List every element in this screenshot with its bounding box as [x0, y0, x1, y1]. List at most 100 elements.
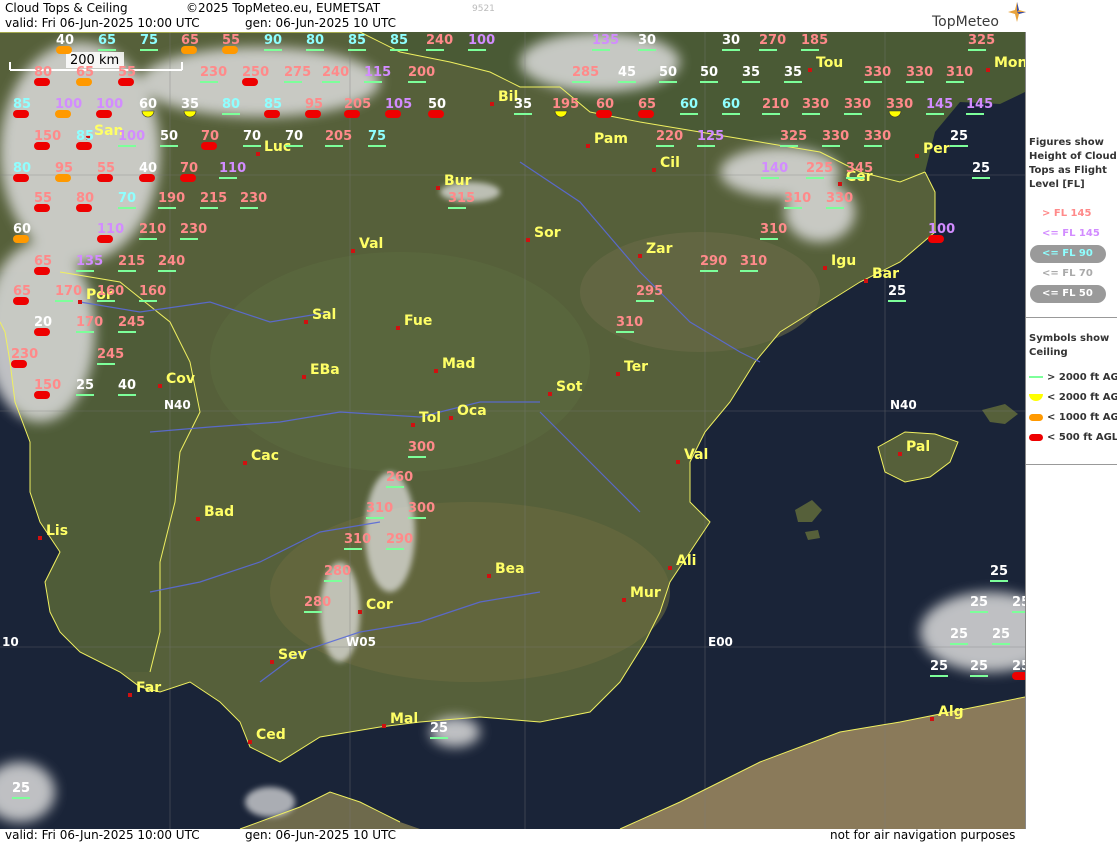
cloud-top-value: 50 [428, 97, 446, 112]
ceiling-line-icon [139, 300, 157, 302]
ceiling-line-icon [844, 113, 862, 115]
cloud-top-value: 95 [55, 161, 73, 176]
cloud-top-label: 60 [13, 222, 31, 243]
ceiling-line-icon [76, 331, 94, 333]
cloud-top-value: 145 [966, 97, 993, 112]
cloud-top-value: 90 [264, 33, 282, 48]
city-label: Cil [660, 155, 680, 171]
ceiling-line-icon [118, 207, 136, 209]
city-label: Cac [251, 448, 279, 464]
cloud-top-value: 290 [700, 254, 727, 269]
cloud-top-label: 50 [428, 97, 446, 118]
satellite-map[interactable]: 200 km N40 N40 W05 E00 10 Tou Mon Bil Pam Lu… [0, 32, 1025, 829]
cloud-top-value: 50 [160, 129, 178, 144]
cloud-top-value: 245 [97, 347, 124, 362]
valid-time: valid: Fri 06-Jun-2025 10:00 UTC [5, 16, 200, 30]
cloud-top-value: 35 [742, 65, 760, 80]
city-marker [838, 182, 842, 186]
cloud-top-value: 100 [118, 129, 145, 144]
city-marker [128, 693, 132, 697]
legend-figure-row: <= FL 90 [1030, 245, 1106, 263]
city-label: Tol [419, 410, 441, 426]
legend-line-icon [1029, 376, 1043, 378]
map-title: Cloud Tops & Ceiling [5, 1, 128, 15]
cloud-top-value: 60 [680, 97, 698, 112]
city-marker [823, 266, 827, 270]
ceiling-line-icon [700, 270, 718, 272]
city-marker [986, 68, 990, 72]
cloud-top-label: 55 [222, 33, 240, 54]
footer-valid-time: valid: Fri 06-Jun-2025 10:00 UTC [5, 828, 200, 842]
city-marker [382, 724, 386, 728]
city-label: Pam [594, 131, 628, 147]
grid-label-10: 10 [2, 635, 19, 649]
cloud-top-value: 135 [76, 254, 103, 269]
cloud-top-value: 70 [243, 129, 261, 144]
ceiling-line-icon [324, 580, 342, 582]
cloud-top-label: 55 [118, 65, 136, 86]
ceiling-line-icon [806, 177, 824, 179]
ceiling-line-icon [780, 145, 798, 147]
city-marker [158, 384, 162, 388]
ceiling-line-icon [430, 737, 448, 739]
cloud-top-value: 240 [322, 65, 349, 80]
city-marker [78, 300, 82, 304]
header-bar: Cloud Tops & Ceiling ©2025 TopMeteo.eu, … [0, 0, 1117, 32]
cloud-top-value: 85 [13, 97, 31, 112]
legend-symbol-label: < 2000 ft AGL [1047, 392, 1117, 403]
cloud-top-value: 45 [618, 65, 636, 80]
city-label: Bea [495, 561, 525, 577]
cloud-top-value: 310 [616, 315, 643, 330]
cloud-top-value: 85 [264, 97, 282, 112]
cloud-top-value: 215 [118, 254, 145, 269]
cloud-top-value: 75 [368, 129, 386, 144]
ceiling-line-icon [759, 49, 777, 51]
legend-symbol-label: < 1000 ft AGL [1047, 412, 1117, 423]
cloud-top-label: 65 [638, 97, 656, 118]
ceiling-line-icon [348, 49, 366, 51]
ceiling-line-icon [656, 145, 674, 147]
ceiling-line-icon [97, 363, 115, 365]
city-label: Cov [166, 371, 195, 387]
cloud-top-value: 310 [946, 65, 973, 80]
city-marker [930, 717, 934, 721]
cloud-top-value: 65 [13, 284, 31, 299]
ceiling-line-icon [364, 81, 382, 83]
cloud-top-value: 70 [285, 129, 303, 144]
cloud-top-label: 80 [13, 161, 31, 182]
cloud-top-value: 310 [366, 501, 393, 516]
cloud-top-label: 25 [1012, 659, 1025, 680]
legend-separator-bottom [1026, 464, 1117, 465]
cloud-top-value: 195 [552, 97, 579, 112]
city-marker [808, 68, 812, 72]
cloud-top-value: 200 [408, 65, 435, 80]
cloud-top-value: 280 [324, 564, 351, 579]
ceiling-line-icon [572, 81, 590, 83]
ceiling-line-icon [968, 49, 986, 51]
city-label: Sev [278, 647, 307, 663]
footer-disclaimer: not for air navigation purposes [830, 828, 1016, 842]
cloud-top-value: 330 [906, 65, 933, 80]
ceiling-line-icon [697, 145, 715, 147]
compass-star-icon [1008, 2, 1026, 22]
city-label: Sor [534, 225, 561, 241]
ceiling-line-icon [368, 145, 386, 147]
cloud-top-value: 25 [76, 378, 94, 393]
grid-label-n40-east: N40 [890, 398, 917, 412]
ceiling-line-icon [180, 238, 198, 240]
city-label: Ali [676, 553, 696, 569]
city-marker [652, 168, 656, 172]
cloud-top-value: 275 [284, 65, 311, 80]
ceiling-line-icon [76, 394, 94, 396]
cloud-top-value: 25 [990, 564, 1008, 579]
cloud-top-value: 65 [98, 33, 116, 48]
terrain-ebro [580, 232, 820, 352]
ceiling-line-icon [118, 270, 136, 272]
cloud-top-value: 300 [408, 440, 435, 455]
legend-figure-label: > FL 145 [1042, 208, 1092, 219]
ceiling-line-icon [990, 580, 1008, 582]
ceiling-line-icon [970, 611, 988, 613]
ceiling-line-icon [906, 81, 924, 83]
cloud-top-value: 230 [180, 222, 207, 237]
ceiling-line-icon [930, 675, 948, 677]
